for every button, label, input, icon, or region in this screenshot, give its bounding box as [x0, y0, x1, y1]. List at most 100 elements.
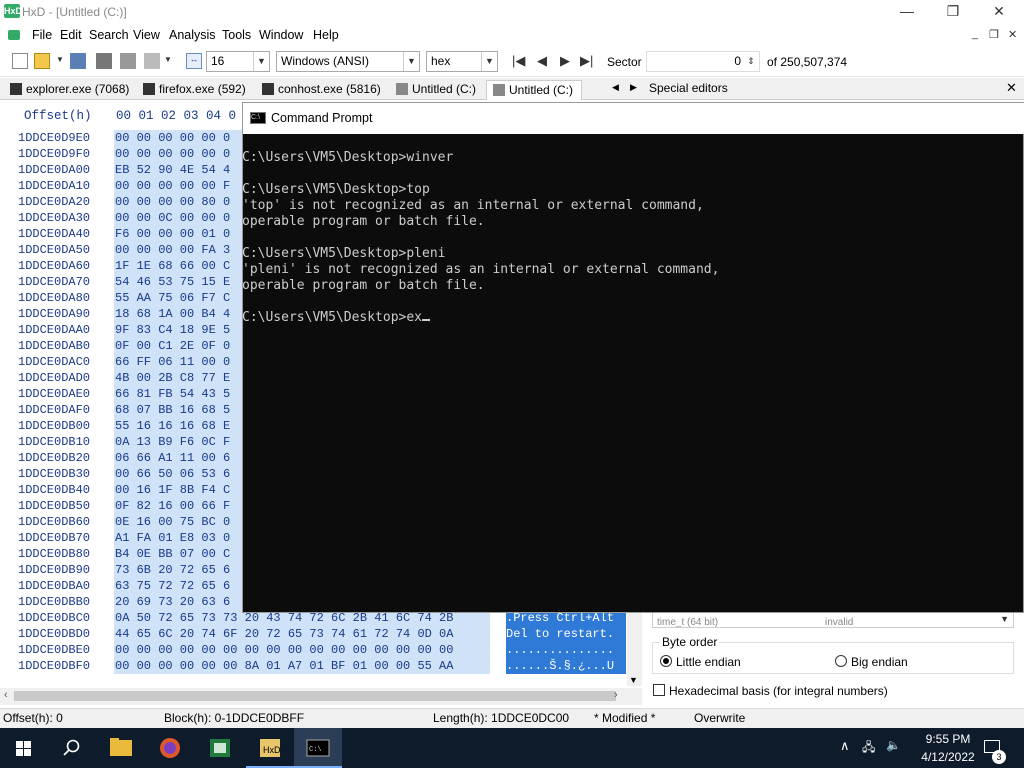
- console-input-line[interactable]: C:\Users\VM5\Desktop>ex: [242, 310, 1022, 326]
- taskbar-file-explorer[interactable]: [97, 728, 145, 768]
- hex-bytes-cell[interactable]: 00 00 00 00 00 00 00 00 00 00 00 00 00 0…: [114, 642, 490, 658]
- clock-date[interactable]: 4/12/2022: [918, 750, 978, 764]
- menu-search[interactable]: Search: [89, 28, 129, 42]
- decoded-text-cell[interactable]: Del to restart.: [506, 626, 626, 642]
- hex-bytes-cell[interactable]: 00 00 00 00 00 0: [114, 130, 242, 146]
- hex-bytes-cell[interactable]: 0F 82 16 00 66 F: [114, 498, 242, 514]
- hex-bytes-cell[interactable]: 54 46 53 75 15 E: [114, 274, 242, 290]
- taskbar-command-prompt[interactable]: C:\: [294, 728, 342, 768]
- scroll-left-icon[interactable]: ‹: [4, 689, 8, 701]
- hex-bytes-cell[interactable]: 66 FF 06 11 00 0: [114, 354, 242, 370]
- hex-bytes-cell[interactable]: 66 81 FB 54 43 5: [114, 386, 242, 402]
- hex-bytes-cell[interactable]: 00 00 00 00 00 00 8A 01 A7 01 BF 01 00 0…: [114, 658, 490, 674]
- menu-analysis[interactable]: Analysis: [169, 28, 216, 42]
- scroll-down-icon[interactable]: ▼: [629, 675, 638, 685]
- notification-badge: 3: [992, 750, 1006, 764]
- tab-untitled-active[interactable]: Untitled (C:): [486, 80, 582, 100]
- menu-tools[interactable]: Tools: [222, 28, 251, 42]
- hex-bytes-cell[interactable]: 00 66 50 06 53 6: [114, 466, 242, 482]
- last-sector-icon[interactable]: ▶|: [580, 53, 593, 69]
- open-folder-icon[interactable]: [34, 53, 50, 69]
- close-icon[interactable]: ✕: [976, 0, 1022, 24]
- new-file-icon[interactable]: [12, 53, 28, 69]
- hex-bytes-cell[interactable]: 55 16 16 16 68 E: [114, 418, 242, 434]
- spinner-icon[interactable]: ⇕: [743, 52, 759, 71]
- tab-conhost[interactable]: conhost.exe (5816): [256, 80, 384, 100]
- hex-basis-checkbox[interactable]: [653, 684, 665, 696]
- hex-bytes-cell[interactable]: 9F 83 C4 18 9E 5: [114, 322, 242, 338]
- tab-scroll-left-icon[interactable]: ◀: [612, 82, 619, 93]
- hex-bytes-cell[interactable]: 0E 16 00 75 BC 0: [114, 514, 242, 530]
- hex-bytes-cell[interactable]: 18 68 1A 00 B4 4: [114, 306, 242, 322]
- clock-time[interactable]: 9:55 PM: [918, 732, 978, 746]
- network-icon[interactable]: 🖧: [862, 738, 875, 759]
- hex-bytes-cell[interactable]: 00 00 00 00 00 0: [114, 146, 242, 162]
- mdi-close-icon[interactable]: ✕: [1008, 28, 1017, 41]
- save-icon[interactable]: [70, 53, 86, 69]
- tab-scroll-right-icon[interactable]: ▶: [630, 82, 637, 93]
- decoded-text-cell[interactable]: ......Š.§.¿...U: [506, 658, 626, 674]
- hex-bytes-cell[interactable]: 00 00 00 00 00 F: [114, 178, 242, 194]
- decoded-text-cell[interactable]: ...............: [506, 642, 626, 658]
- hex-bytes-cell[interactable]: 00 00 00 00 FA 3: [114, 242, 242, 258]
- display-mode-select[interactable]: hex ▼: [426, 51, 498, 72]
- tab-firefox[interactable]: firefox.exe (592): [137, 80, 253, 100]
- print-icon[interactable]: [144, 53, 160, 69]
- special-editors-close-icon[interactable]: ✕: [1006, 80, 1017, 96]
- hex-bytes-cell[interactable]: EB 52 90 4E 54 4: [114, 162, 242, 178]
- hex-bytes-cell[interactable]: B4 0E BB 07 00 C: [114, 546, 242, 562]
- taskbar-sheet-app[interactable]: [196, 728, 244, 768]
- close-file-icon[interactable]: [96, 53, 112, 69]
- print-dropdown-icon[interactable]: ▼: [164, 55, 172, 64]
- hex-bytes-cell[interactable]: 0A 13 B9 F6 0C F: [114, 434, 242, 450]
- hex-bytes-cell[interactable]: A1 FA 01 E8 03 0: [114, 530, 242, 546]
- hex-bytes-cell[interactable]: 1F 1E 68 66 00 C: [114, 258, 242, 274]
- console-line: operable program or batch file.: [242, 278, 485, 293]
- volume-icon[interactable]: 🔈: [886, 738, 901, 752]
- hex-bytes-cell[interactable]: 00 00 0C 00 00 0: [114, 210, 242, 226]
- menu-edit[interactable]: Edit: [60, 28, 82, 42]
- hex-bytes-cell[interactable]: 44 65 6C 20 74 6F 20 72 65 73 74 61 72 7…: [114, 626, 490, 642]
- menu-view[interactable]: View: [133, 28, 160, 42]
- taskbar-hxd[interactable]: HxD: [246, 728, 294, 768]
- hex-bytes-cell[interactable]: 00 16 1F 8B F4 C: [114, 482, 242, 498]
- hex-bytes-cell[interactable]: 63 75 72 72 65 6: [114, 578, 242, 594]
- big-endian-radio[interactable]: [835, 655, 847, 667]
- hex-bytes-cell[interactable]: 55 AA 75 06 F7 C: [114, 290, 242, 306]
- menu-help[interactable]: Help: [313, 28, 339, 42]
- prev-sector-icon[interactable]: ◀: [537, 53, 547, 69]
- mdi-restore-icon[interactable]: ❐: [989, 28, 999, 41]
- hex-bytes-cell[interactable]: 4B 00 2B C8 77 E: [114, 370, 242, 386]
- horizontal-scroll-thumb[interactable]: [14, 691, 616, 701]
- open-dropdown-icon[interactable]: ▼: [56, 55, 64, 64]
- tray-chevron-up-icon[interactable]: ∧: [840, 738, 850, 754]
- scroll-right-icon[interactable]: ›: [614, 689, 618, 701]
- maximize-icon[interactable]: ❐: [930, 0, 976, 24]
- hex-bytes-cell[interactable]: 00 00 00 00 80 0: [114, 194, 242, 210]
- search-button[interactable]: [48, 728, 96, 768]
- hex-bytes-cell[interactable]: 0F 00 C1 2E 0F 0: [114, 338, 242, 354]
- inspector-row[interactable]: time_t (64 bit) invalid ▼: [652, 612, 1014, 628]
- hex-bytes-cell[interactable]: F6 00 00 00 01 0: [114, 226, 242, 242]
- hxd-app-icon: HxD: [4, 4, 23, 18]
- tab-untitled-1[interactable]: Untitled (C:): [390, 80, 482, 100]
- tab-explorer[interactable]: explorer.exe (7068): [4, 80, 132, 100]
- little-endian-radio[interactable]: [660, 655, 672, 667]
- sector-input[interactable]: 0 ⇕: [646, 51, 760, 72]
- save-all-icon[interactable]: [120, 53, 136, 69]
- hex-bytes-cell[interactable]: 68 07 BB 16 68 5: [114, 402, 242, 418]
- hex-bytes-cell[interactable]: 73 6B 20 72 65 6: [114, 562, 242, 578]
- hex-bytes-cell[interactable]: 06 66 A1 11 00 6: [114, 450, 242, 466]
- mdi-minimize-icon[interactable]: _: [972, 28, 978, 40]
- start-button[interactable]: [0, 728, 48, 768]
- next-sector-icon[interactable]: ▶: [560, 53, 570, 69]
- menu-window[interactable]: Window: [259, 28, 303, 42]
- menu-file[interactable]: File: [32, 28, 52, 42]
- hex-bytes-cell[interactable]: 20 69 73 20 63 6: [114, 594, 242, 610]
- bytes-per-row-select[interactable]: 16 ▼: [206, 51, 270, 72]
- minimize-icon[interactable]: —: [884, 0, 930, 24]
- first-sector-icon[interactable]: |◀: [512, 53, 525, 69]
- taskbar-firefox[interactable]: [146, 728, 194, 768]
- charset-select[interactable]: Windows (ANSI) ▼: [276, 51, 420, 72]
